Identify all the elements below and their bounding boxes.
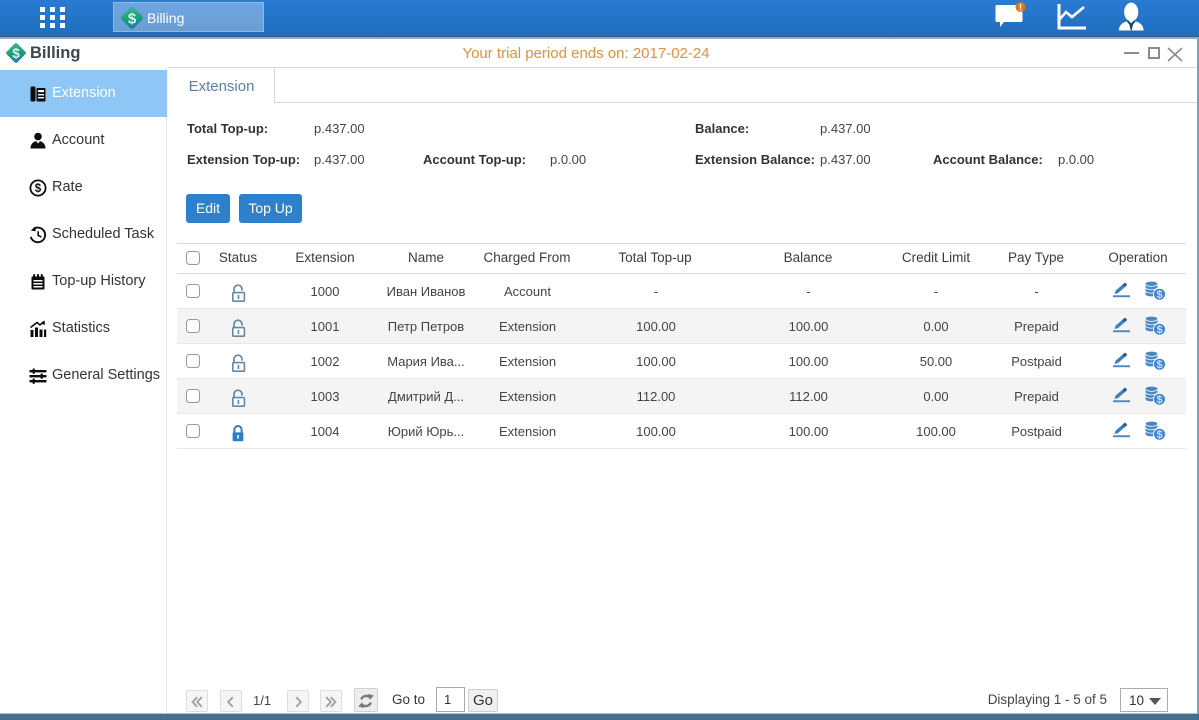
svg-text:$: $ [128,11,137,28]
svg-text:$: $ [1156,429,1162,441]
svg-text:$: $ [1156,289,1162,301]
svg-text:$: $ [1156,394,1162,406]
svg-text:$: $ [35,183,42,195]
svg-text:$: $ [1156,359,1162,371]
svg-text:$: $ [1156,324,1162,336]
svg-text:!: ! [1019,3,1022,13]
